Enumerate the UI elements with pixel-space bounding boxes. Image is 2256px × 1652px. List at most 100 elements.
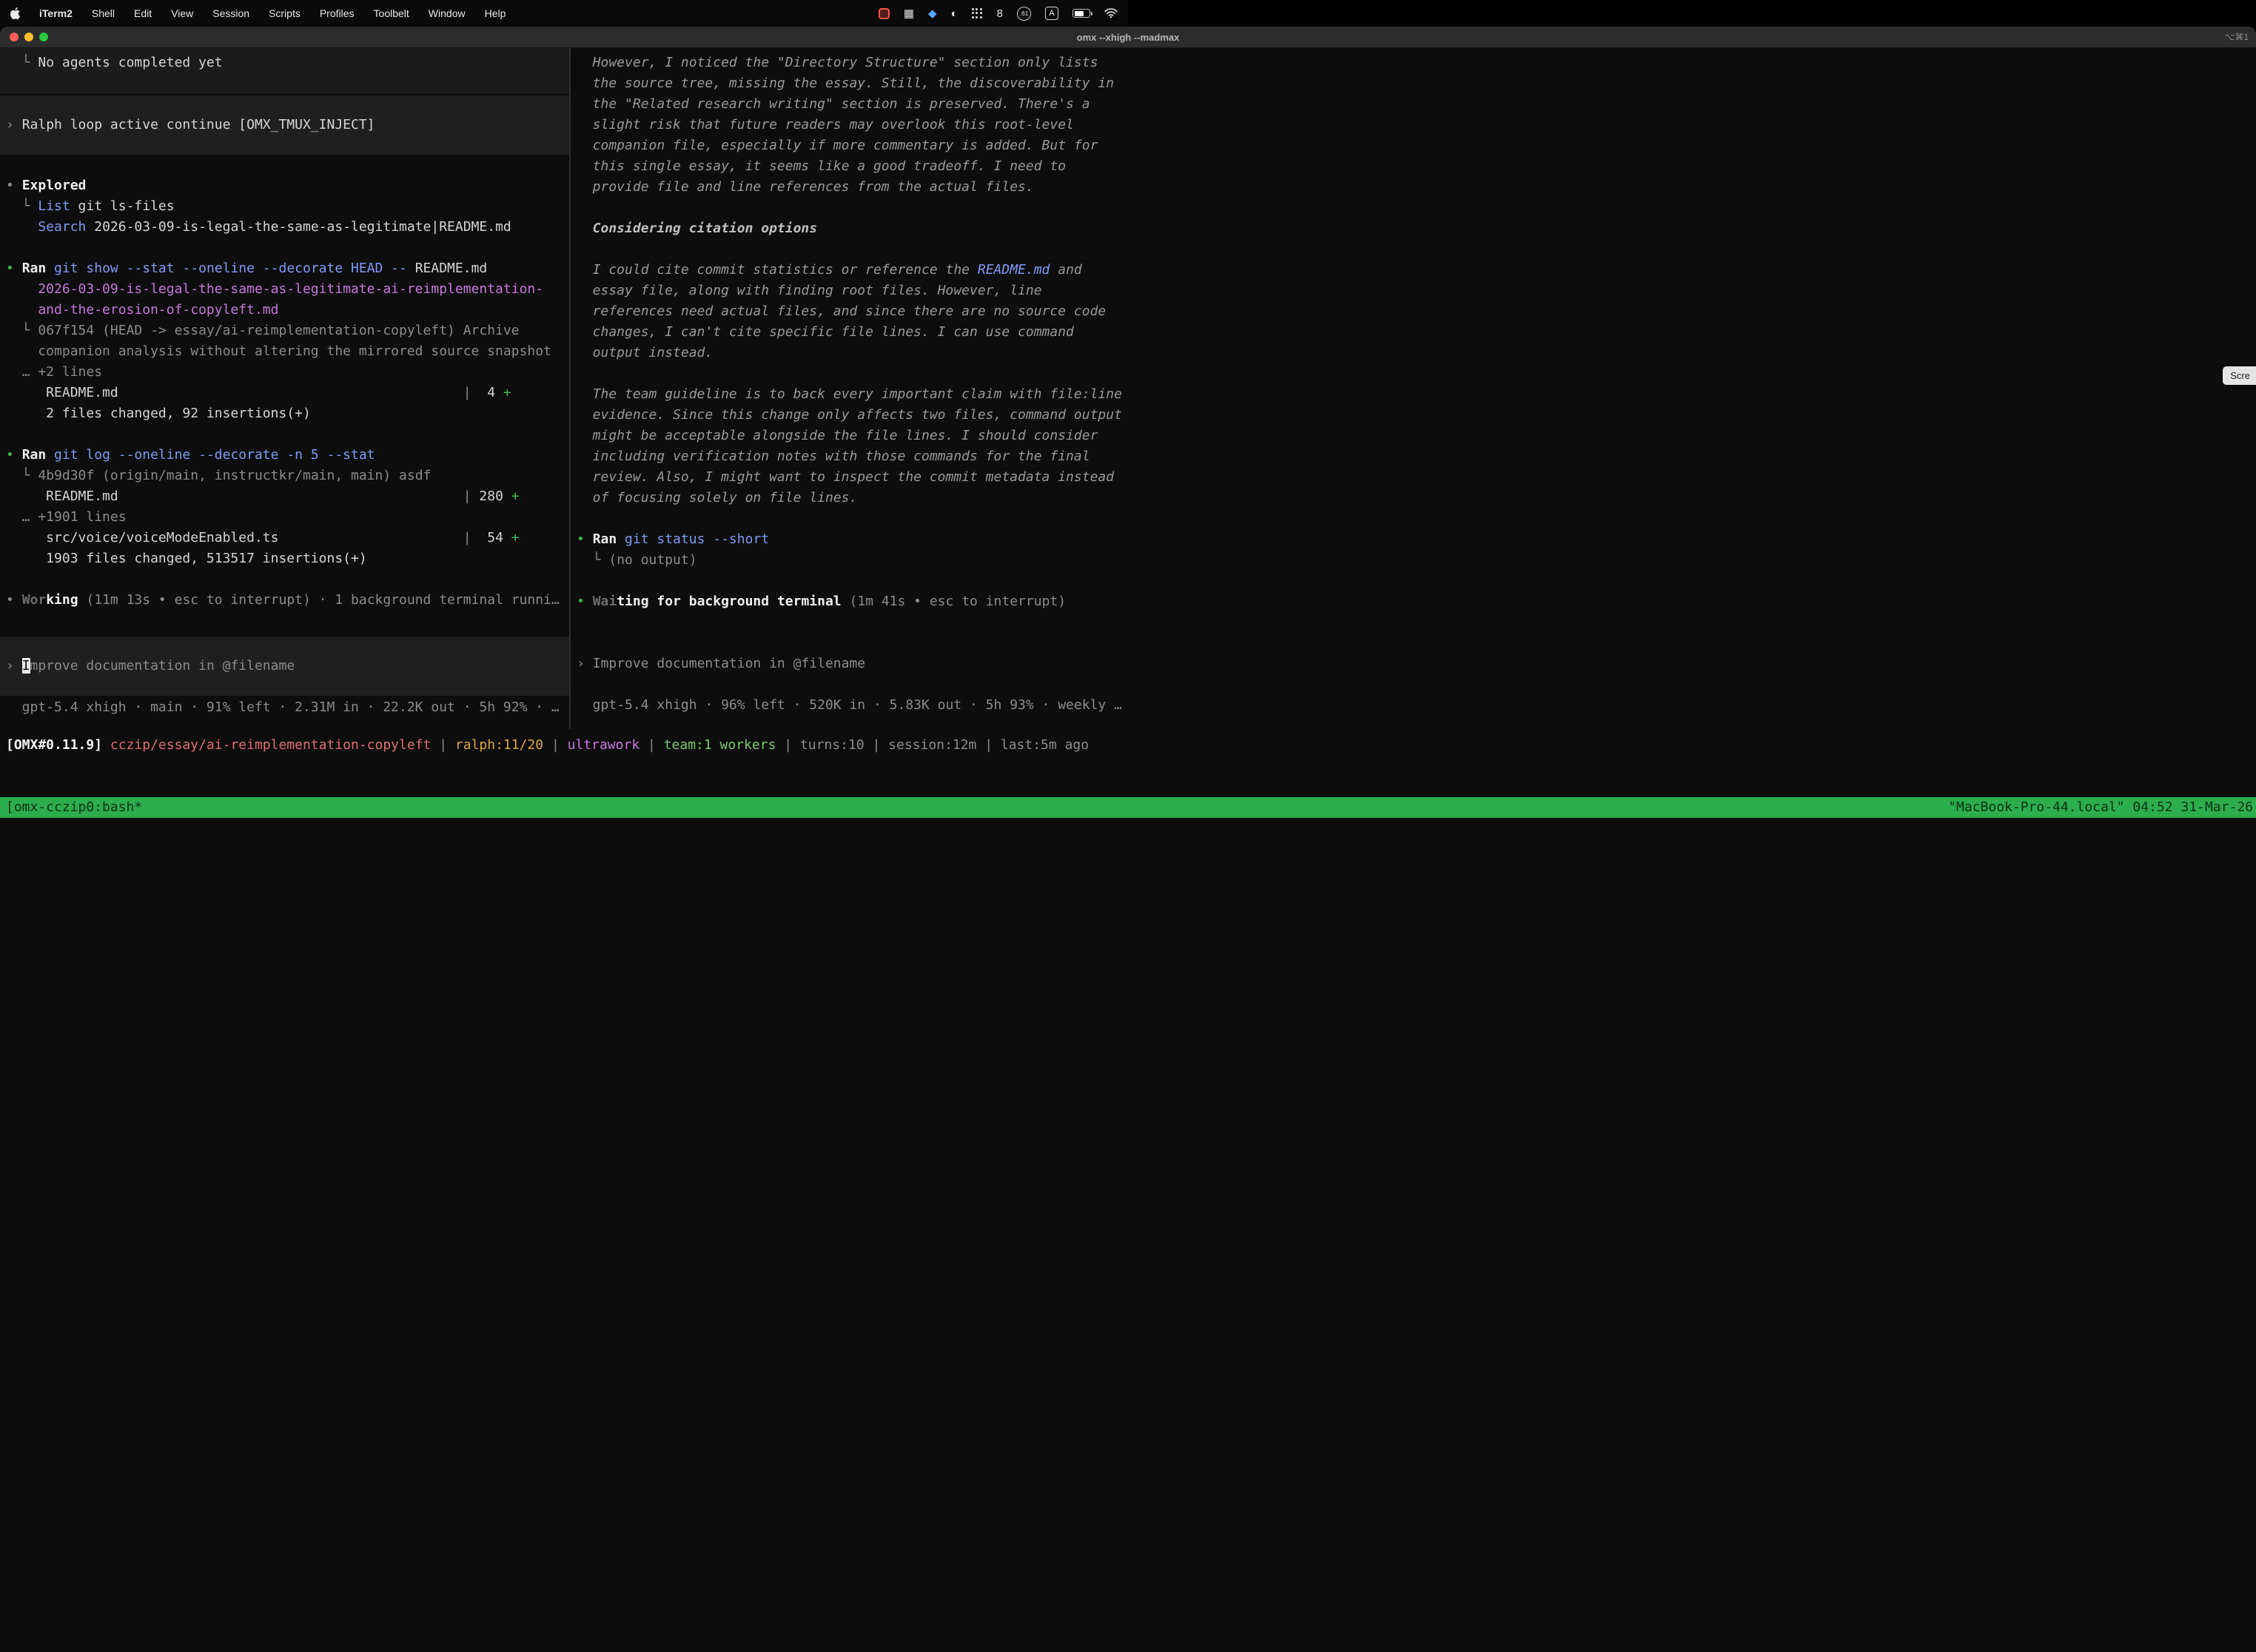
blank-line — [0, 424, 569, 445]
terminal-line: slight risk that future readers may over… — [571, 115, 2256, 135]
terminal-pane-right[interactable]: However, I noticed the "Directory Struct… — [571, 48, 2256, 729]
text-fg: Ralph loop active continue [OMX_TMUX_INJ… — [22, 117, 375, 132]
text-it: output instead. — [577, 345, 713, 360]
menu-item-scripts[interactable]: Scripts — [269, 7, 301, 19]
text-dim: | — [463, 385, 471, 400]
text-dim: | — [776, 737, 800, 753]
text-it: evidence. Since this change only affects… — [577, 407, 1122, 423]
prompt-input-line[interactable]: › Ralph loop active continue [OMX_TMUX_I… — [0, 115, 569, 135]
left-plain-block: gpt-5.4 xhigh · main · 91% left · 2.31M … — [0, 697, 569, 718]
terminal-line: 2026-03-09-is-legal-the-same-as-legitima… — [0, 279, 569, 300]
text-dim: (11m 13s • esc to interrupt) · 1 backgro… — [78, 592, 560, 608]
contrast-icon[interactable]: ◐ — [951, 8, 958, 19]
gauge-icon[interactable]: .61 — [1017, 7, 1031, 21]
text-itblue: README.md — [978, 262, 1050, 278]
terminal-line: the "Related research writing" section i… — [571, 94, 2256, 115]
menu-item-shell[interactable]: Shell — [92, 7, 115, 19]
menu-item-toolbelt[interactable]: Toolbelt — [374, 7, 409, 19]
blank-line — [571, 633, 2256, 654]
terminal-line: the source tree, missing the essay. Stil… — [571, 73, 2256, 94]
text-dim: • — [6, 178, 22, 193]
menu-item-window[interactable]: Window — [429, 7, 466, 19]
blank-line — [571, 571, 2256, 591]
prompt-input-line[interactable]: › Improve documentation in @filename — [0, 656, 569, 676]
menu-item-iterm2[interactable]: iTerm2 — [39, 7, 73, 19]
terminal-line: Considering citation options — [571, 218, 2256, 239]
text-it: of focusing solely on file lines. — [577, 490, 857, 506]
text-dim: turns:10 — [800, 737, 865, 753]
text-green: • — [6, 447, 22, 463]
terminal-pane-left[interactable]: └ No agents completed yet› Ralph loop ac… — [0, 48, 569, 729]
text-magenta: ultrawork — [568, 737, 640, 753]
terminal-line: might be acceptable alongside the file l… — [571, 426, 2256, 446]
figure-eight-icon[interactable]: 8 — [997, 8, 1003, 19]
prompt-input-line[interactable]: › Improve documentation in @filename — [571, 654, 2256, 674]
terminal-line: provide file and line references from th… — [571, 177, 2256, 198]
text-fg — [46, 447, 54, 463]
terminal-line: └ 4b9d30f (origin/main, instructkr/main,… — [0, 466, 569, 486]
menu-item-profiles[interactable]: Profiles — [320, 7, 355, 19]
terminal-line: gpt-5.4 xhigh · 96% left · 520K in · 5.8… — [571, 695, 2256, 716]
minimize-button[interactable] — [24, 33, 33, 41]
text-dim: | — [639, 737, 664, 753]
blank-line — [571, 674, 2256, 695]
zoom-button[interactable] — [39, 33, 48, 41]
text-it: might be acceptable alongside the file l… — [577, 428, 1098, 443]
raycast-icon[interactable]: ◆ — [928, 8, 937, 19]
text-fg: git ls-files — [70, 198, 175, 214]
terminal-line: • Ran git show --stat --oneline --decora… — [0, 258, 569, 279]
text-fg — [617, 531, 625, 547]
text-blue: List — [38, 198, 70, 214]
terminal-line: review. Also, I might want to inspect th… — [571, 467, 2256, 488]
battery-icon[interactable] — [1072, 9, 1090, 18]
text-dim: • — [6, 592, 22, 608]
left-plain-block: • Explored └ List git ls-files Search 20… — [0, 155, 569, 611]
text-bright: [OMX#0.11.9] — [6, 737, 110, 753]
text-teamgreen: team:1 workers — [664, 737, 776, 753]
input-source-icon[interactable]: A — [1045, 7, 1058, 20]
menu-item-edit[interactable]: Edit — [134, 7, 152, 19]
text-it: slight risk that future readers may over… — [577, 117, 1074, 132]
tmux-panes: └ No agents completed yet› Ralph loop ac… — [0, 48, 2256, 729]
terminal-area: └ No agents completed yet› Ralph loop ac… — [0, 48, 2256, 826]
window-hotkey: ⌥⌘1 — [2224, 32, 2249, 42]
app-grid-icon[interactable] — [972, 8, 983, 19]
menu-item-view[interactable]: View — [171, 7, 193, 19]
close-button[interactable] — [10, 33, 19, 41]
terminal-line: of focusing solely on file lines. — [571, 488, 2256, 508]
terminal-line: changes, I can't cite specific file line… — [571, 322, 2256, 343]
apple-menu-icon[interactable] — [10, 7, 20, 19]
blank-line — [571, 239, 2256, 260]
text-dim: gpt-5.4 xhigh · 96% left · 520K in · 5.8… — [577, 697, 1122, 713]
text-boldwhite: Explored — [22, 178, 87, 193]
text-shim: Wai — [593, 594, 617, 609]
text-dim: | — [463, 530, 471, 545]
text-green: + — [503, 385, 511, 400]
text-dim: └ — [577, 552, 608, 568]
terminal-line: output instead. — [571, 343, 2256, 363]
wifi-icon[interactable] — [1104, 8, 1118, 19]
menu-item-session[interactable]: Session — [212, 7, 249, 19]
menu-status-icons: ▦ ◆ ◐ 8 .61 A — [879, 7, 1118, 21]
text-it: provide file and line references from th… — [577, 179, 1034, 195]
window-manager-icon[interactable]: ▦ — [904, 8, 914, 19]
text-fg: README.md — [6, 488, 463, 504]
screen-recording-icon[interactable] — [879, 8, 890, 19]
terminal-line: └ (no output) — [571, 550, 2256, 571]
terminal-line: • Working (11m 13s • esc to interrupt) ·… — [0, 590, 569, 611]
text-it: the "Related research writing" section i… — [577, 96, 1090, 112]
terminal-line: … +2 lines — [0, 362, 569, 383]
text-dim: last:5m ago — [1001, 737, 1089, 753]
window-title: omx --xhigh --madmax — [0, 32, 2256, 43]
text-yellow: ralph:11/20 — [455, 737, 543, 753]
text-green: + — [511, 530, 520, 545]
terminal-line: • Ran git status --short — [571, 529, 2256, 550]
window-titlebar[interactable]: omx --xhigh --madmax ⌥⌘1 — [0, 27, 2256, 48]
text-green: • — [577, 594, 593, 609]
text-itheading: Considering citation options — [577, 221, 817, 236]
text-it: review. Also, I might want to inspect th… — [577, 469, 1114, 485]
menu-item-help[interactable]: Help — [485, 7, 506, 19]
text-dim: └ — [6, 468, 38, 483]
text-fg: src/voice/voiceModeEnabled.ts — [6, 530, 463, 545]
text-dim: | — [976, 737, 1001, 753]
